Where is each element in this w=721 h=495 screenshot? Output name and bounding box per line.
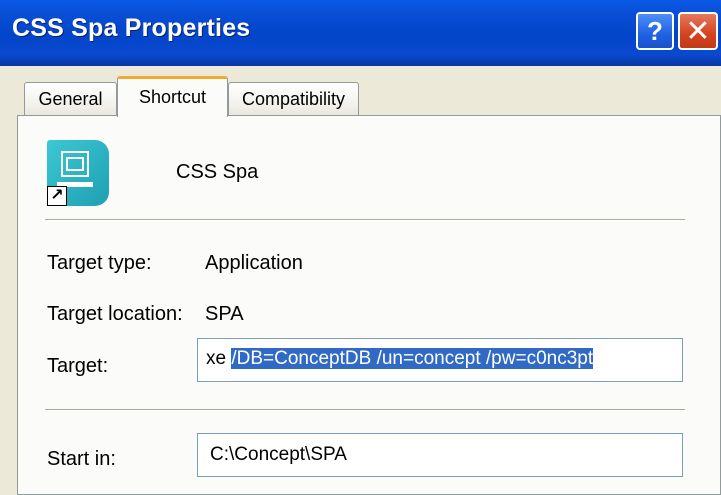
start-in-input-text: C:\Concept\SPA: [210, 444, 347, 465]
divider: [45, 409, 685, 411]
target-location-value: SPA: [205, 303, 244, 325]
start-in-label: Start in:: [47, 448, 116, 470]
tab-shortcut-label: Shortcut: [138, 87, 207, 107]
title-bar[interactable]: CSS Spa Properties ? ✕: [0, 0, 721, 66]
target-type-label: Target type:: [47, 252, 152, 274]
target-location-label: Target location:: [47, 303, 183, 325]
help-icon: ?: [647, 15, 663, 46]
shortcut-name: CSS Spa: [176, 161, 259, 183]
tab-shortcut[interactable]: Shortcut: [117, 76, 228, 117]
target-label: Target:: [47, 355, 109, 377]
target-type-value: Application: [205, 252, 303, 274]
target-input-selection: /DB=ConceptDB /un=concept /pw=c0nc3pt: [231, 348, 594, 369]
tab-compatibility[interactable]: Compatibility: [228, 82, 359, 116]
tab-general-label: General: [38, 89, 103, 109]
start-in-input[interactable]: C:\Concept\SPA: [197, 433, 683, 477]
help-button[interactable]: ?: [636, 12, 674, 50]
tab-general[interactable]: General: [24, 82, 117, 116]
close-icon: ✕: [685, 14, 711, 48]
window-title: CSS Spa Properties: [12, 14, 251, 42]
target-input[interactable]: xe /DB=ConceptDB /un=concept /pw=c0nc3pt: [197, 338, 683, 382]
shortcut-arrow-icon: ↗: [47, 186, 67, 206]
tab-compatibility-label: Compatibility: [241, 89, 346, 109]
app-shortcut-icon: ↗: [47, 140, 109, 206]
close-button[interactable]: ✕: [678, 12, 718, 50]
divider: [45, 219, 685, 221]
target-input-text: xe: [206, 348, 232, 369]
